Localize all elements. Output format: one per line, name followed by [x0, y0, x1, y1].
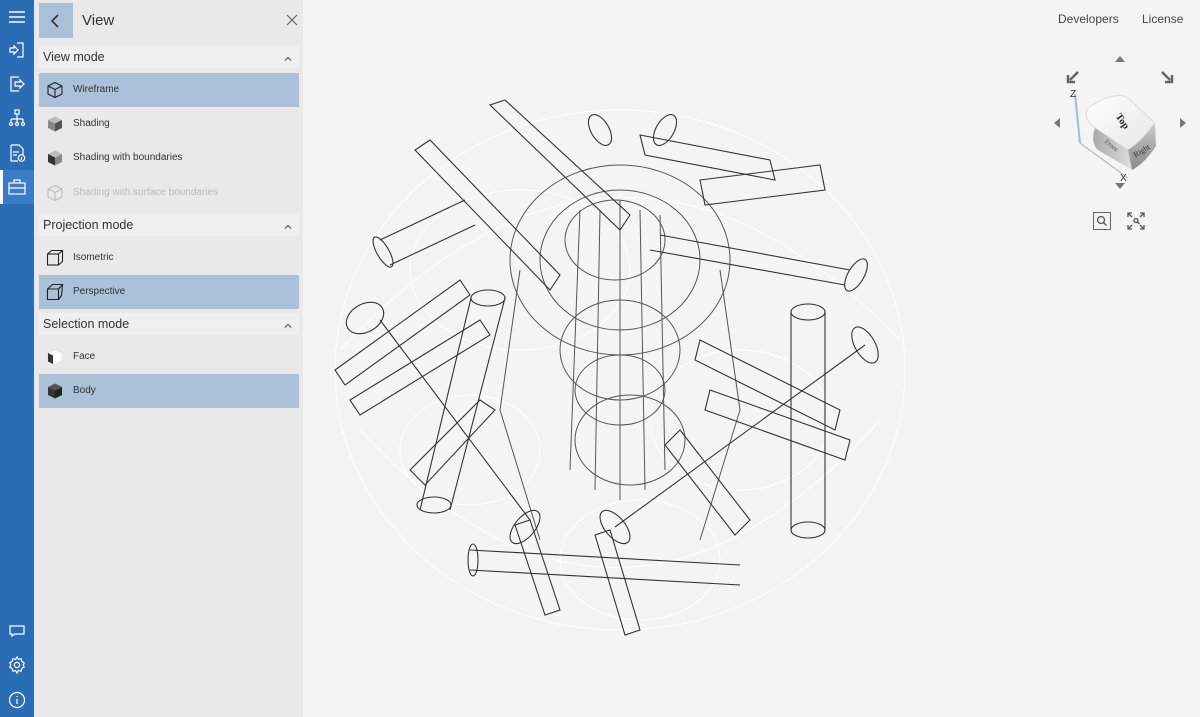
rotate-right-arrow-icon[interactable] — [1179, 117, 1187, 129]
panel-header: View — [39, 3, 303, 38]
chat-bubble-icon — [9, 625, 25, 638]
toolbox-icon — [8, 179, 26, 195]
chevron-up-icon — [283, 51, 293, 61]
rail-feedback-button[interactable] — [0, 614, 34, 648]
section-view-mode[interactable]: View mode — [39, 46, 299, 68]
perspective-cube-icon — [46, 283, 64, 301]
isometric-cube-icon — [46, 249, 64, 267]
rotate-up-arrow-icon[interactable] — [1114, 55, 1126, 63]
item-label: Isometric — [73, 252, 114, 263]
selection-face[interactable]: Face — [39, 340, 299, 374]
roll-cw-arrow-icon[interactable] — [1160, 70, 1174, 84]
shaded-cube-icon — [46, 115, 64, 133]
item-label: Body — [73, 385, 96, 396]
axis-z-label: Z — [1070, 89, 1076, 100]
section-label: Projection mode — [43, 218, 134, 232]
section-label: View mode — [43, 50, 105, 64]
fit-all-button[interactable] — [1127, 212, 1145, 230]
item-label: Perspective — [73, 286, 126, 297]
rail-menu-button[interactable] — [0, 0, 34, 34]
developers-link[interactable]: Developers — [1058, 12, 1119, 26]
projection-perspective[interactable]: Perspective — [39, 275, 299, 309]
view-mode-shading-boundaries[interactable]: Shading with boundaries — [39, 141, 299, 175]
section-selection-mode[interactable]: Selection mode — [39, 313, 299, 335]
axis-x-label: X — [1120, 173, 1127, 183]
view-mode-surface-boundaries: Shading with surface boundaries — [39, 176, 299, 210]
close-icon — [286, 14, 298, 26]
item-label: Shading — [73, 118, 110, 129]
rail-import-button[interactable] — [0, 33, 34, 67]
chevron-up-icon — [283, 318, 293, 328]
roll-ccw-arrow-icon[interactable] — [1066, 70, 1080, 84]
left-rail — [0, 0, 34, 717]
rotate-down-arrow-icon[interactable] — [1114, 182, 1126, 190]
zoom-selection-button[interactable] — [1093, 212, 1111, 230]
hamburger-menu-icon — [9, 11, 25, 23]
rail-settings-button[interactable] — [0, 648, 34, 682]
document-info-icon — [10, 144, 26, 162]
view-panel: View View mode Wireframe Shading Shading… — [34, 0, 303, 717]
back-button[interactable] — [39, 3, 73, 38]
rail-export-button[interactable] — [0, 67, 34, 101]
import-icon — [9, 42, 24, 58]
rail-structure-button[interactable] — [0, 101, 34, 135]
view-mode-wireframe[interactable]: Wireframe — [39, 73, 299, 107]
item-label: Wireframe — [73, 84, 120, 95]
item-label: Shading with surface boundaries — [73, 187, 219, 198]
license-link[interactable]: License — [1142, 12, 1183, 26]
panel-title: View — [82, 12, 115, 29]
projection-isometric[interactable]: Isometric — [39, 241, 299, 275]
body-select-icon — [46, 382, 64, 400]
view-mode-shading[interactable]: Shading — [39, 107, 299, 141]
chevron-up-icon — [283, 219, 293, 229]
wireframe-model[interactable] — [320, 90, 920, 650]
view-cube[interactable]: Top Right Front Z X — [1070, 88, 1170, 183]
face-select-icon — [46, 348, 64, 366]
selection-body[interactable]: Body — [39, 374, 299, 408]
info-icon — [8, 691, 26, 709]
magnifier-icon — [1096, 215, 1107, 226]
rail-about-button[interactable] — [0, 683, 34, 717]
zoom-fit-icon — [1127, 212, 1145, 230]
gear-icon — [9, 655, 25, 675]
rail-view-button[interactable] — [0, 170, 34, 204]
surface-boundary-cube-icon — [46, 184, 64, 202]
section-label: Selection mode — [43, 317, 130, 331]
rotate-left-arrow-icon[interactable] — [1053, 117, 1061, 129]
section-projection-mode[interactable]: Projection mode — [39, 214, 299, 236]
chevron-left-icon — [50, 13, 59, 28]
rail-properties-button[interactable] — [0, 136, 34, 170]
shaded-boundary-cube-icon — [46, 149, 64, 167]
tree-structure-icon — [8, 109, 26, 127]
item-label: Shading with boundaries — [73, 152, 183, 163]
navigation-cube-widget: Top Right Front Z X — [1050, 50, 1190, 230]
wireframe-cube-icon — [46, 81, 64, 99]
close-button[interactable] — [284, 12, 300, 28]
item-label: Face — [73, 351, 96, 362]
export-icon — [10, 76, 25, 92]
